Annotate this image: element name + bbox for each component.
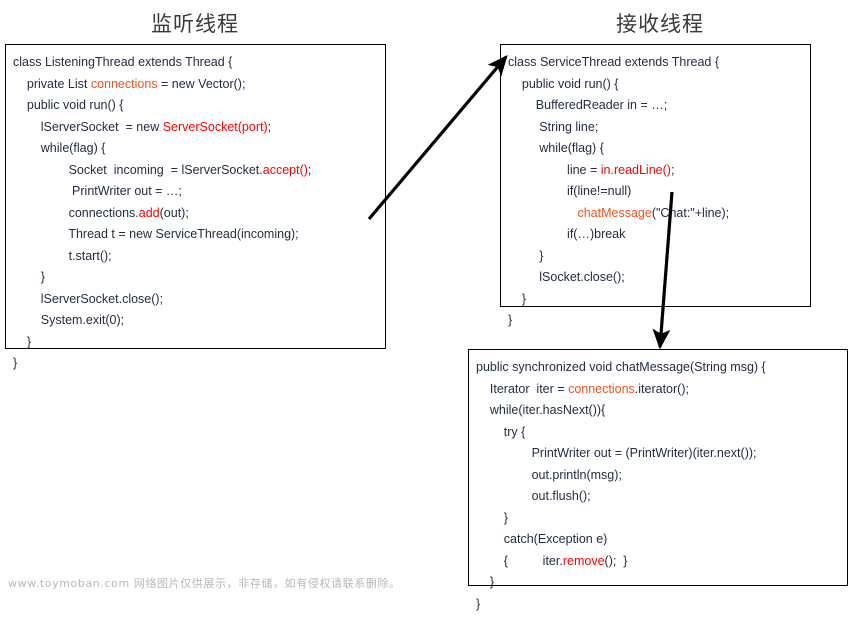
code-token: class ServiceThread extends Thread { [508,55,719,69]
code-token: System.exit(0); [13,313,125,327]
code-token: remove [562,553,605,568]
code-token: ("Chat:"+line); [651,205,730,220]
code-token: ; [267,119,272,134]
code-token: accept() [262,162,308,177]
code-token: PrintWriter out = …; [13,184,182,198]
code-listing-listening-thread: class ListeningThread extends Thread { p… [6,45,385,381]
code-token: { iter. [476,553,563,568]
code-token: String line; [508,119,599,134]
arrow-listening-to-service [367,55,508,221]
code-token: while(flag) { [13,141,106,155]
code-token: connections [568,381,635,396]
code-token: class ListeningThread extends Thread { [13,55,233,69]
code-token: public synchronized void chatMessage(Str… [476,360,766,374]
code-token: ; [670,162,675,177]
code-token: while(flag) { [508,141,604,155]
column-title-listening-thread: 监听线程 [151,12,239,36]
code-token: try { [476,424,526,439]
code-token: if(…)break [508,227,626,241]
code-token: if(line!=null) [508,184,632,198]
code-token: chatMessage [577,205,652,220]
code-token: out.println(msg); [476,467,622,482]
code-token: ; [307,162,312,177]
code-token: .iterator(); [634,381,689,396]
code-token: t.start(); [13,248,112,263]
code-token: Socket incoming = lServerSocket. [13,162,263,177]
code-token: (out); [159,205,189,220]
code-token: lServerSocket = new [13,119,163,134]
code-token: private List [13,76,91,91]
code-token: } [13,356,18,370]
code-token: while(iter.hasNext()){ [476,403,606,417]
code-box-listening-thread: class ListeningThread extends Thread { p… [5,44,386,370]
code-token: public void run() { [13,98,124,112]
code-token: } [13,334,32,349]
code-token: catch(Exception e) [476,532,608,546]
code-token: lSocket.close(); [508,270,625,284]
code-token: public void run() { [508,76,619,91]
code-listing-chat-message: public synchronized void chatMessage(Str… [469,350,847,621]
code-box-chat-message: public synchronized void chatMessage(Str… [468,349,848,611]
code-listing-service-thread: class ServiceThread extends Thread { pub… [501,45,810,338]
column-title-receiving-thread: 接收线程 [616,12,704,36]
diagram-canvas: 监听线程 接收线程 class ListeningThread extends … [0,0,855,611]
code-token: connections [90,76,158,91]
code-token: } [508,248,544,263]
code-token: } [476,510,508,525]
code-token: = new Vector(); [157,76,246,91]
code-token: } [476,575,495,589]
code-token: ServerSocket(port) [162,119,268,134]
code-token: } [13,270,45,284]
code-token: } [508,291,527,306]
code-token: connections. [13,205,139,220]
code-token: (); } [604,553,628,568]
code-token: Iterator iter = [476,381,569,396]
code-token: Thread t = new ServiceThread(incoming); [13,227,299,241]
code-token: line = [508,162,601,177]
code-token: } [476,596,481,611]
code-token: BufferedReader in = …; [508,98,668,112]
code-token: } [508,313,513,327]
code-token: PrintWriter out = (PrintWriter)(iter.nex… [476,446,757,460]
code-box-service-thread: class ServiceThread extends Thread { pub… [500,44,811,327]
code-token: lServerSocket.close(); [13,291,164,306]
code-token: add [138,205,160,220]
code-token: out.flush(); [476,489,591,503]
code-token: in.readLine() [600,162,671,177]
watermark-text: www.toymoban.com 网络图片仅供展示，非存储，如有侵权请联系删除。 [8,577,401,590]
